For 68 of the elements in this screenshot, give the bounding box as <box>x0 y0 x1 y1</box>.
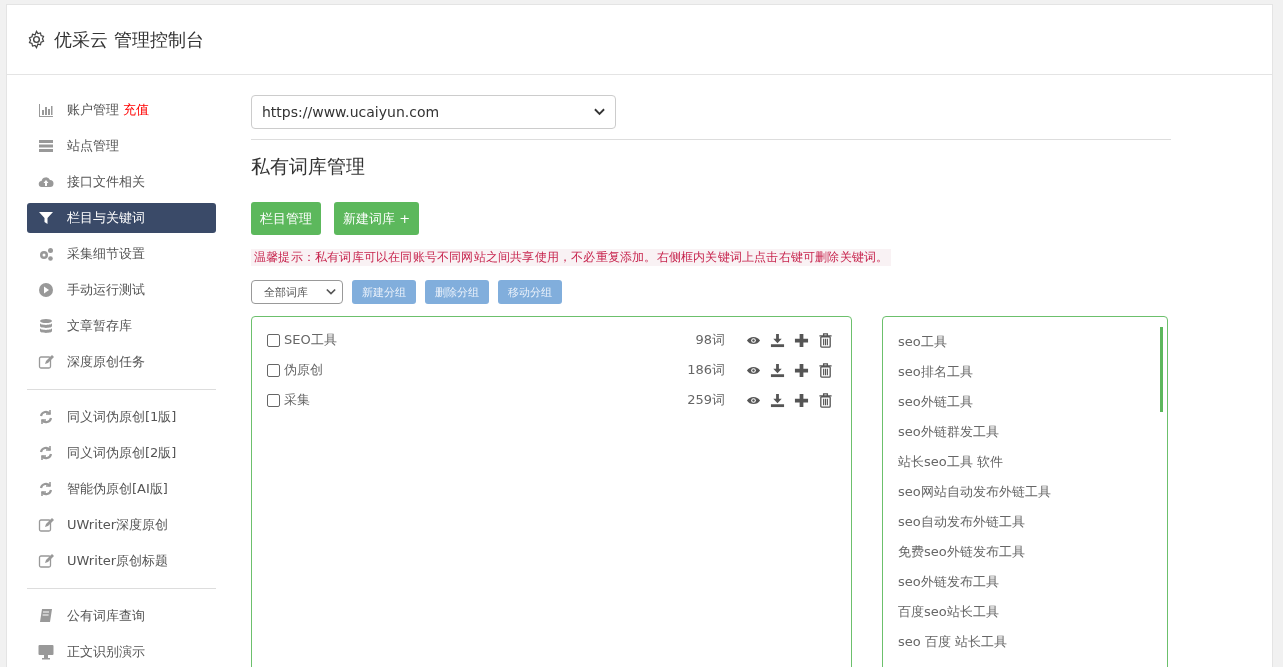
keyword-item[interactable]: seo排名工具 <box>898 359 1167 389</box>
keyword-item[interactable]: seo外链发布工具 <box>898 569 1167 599</box>
sidebar-item[interactable]: 接口文件相关 <box>27 167 216 197</box>
trash-icon[interactable] <box>818 332 833 348</box>
scrollbar[interactable] <box>1160 327 1163 412</box>
sidebar-item[interactable]: 公有词库查询 <box>27 601 216 631</box>
refresh-icon <box>38 445 54 461</box>
tip-text: 温馨提示：私有词库可以在同账号不同网站之间共享使用，不必重复添加。右侧框内关键词上点击右键可删除关键词。 <box>251 249 892 266</box>
checkbox[interactable] <box>267 393 280 407</box>
sidebar-item[interactable]: 栏目与关键词 <box>27 203 216 233</box>
word-count: 186词 <box>687 361 725 379</box>
keyword-item[interactable]: seo工具 <box>898 329 1167 359</box>
refresh-icon <box>38 409 54 425</box>
checkbox[interactable] <box>267 363 280 377</box>
download-icon[interactable] <box>770 392 785 408</box>
download-icon[interactable] <box>770 362 785 378</box>
database-icon <box>38 318 54 334</box>
sidebar-item[interactable]: UWriter原创标题 <box>27 546 216 576</box>
library-name[interactable]: SEO工具 <box>284 331 696 349</box>
checkbox[interactable] <box>267 333 280 347</box>
plus-icon[interactable] <box>794 362 809 378</box>
library-filter-select[interactable]: 全部词库 <box>251 280 343 304</box>
word-count: 98词 <box>695 331 725 349</box>
chevron-icon <box>594 108 605 116</box>
chart-icon <box>38 102 54 118</box>
download-icon[interactable] <box>770 332 785 348</box>
keyword-item[interactable]: seo外链工具 <box>898 389 1167 419</box>
sidebar-item[interactable]: UWriter深度原创 <box>27 510 216 540</box>
sidebar-item[interactable]: 采集细节设置 <box>27 239 216 269</box>
word-count: 259词 <box>687 391 725 409</box>
sidebar-item[interactable]: 文章暂存库 <box>27 311 216 341</box>
play-icon <box>38 282 54 298</box>
library-name[interactable]: 采集 <box>284 391 688 409</box>
sidebar-item[interactable]: 正文识别演示 <box>27 637 216 667</box>
plus-icon[interactable] <box>794 332 809 348</box>
refresh-icon <box>38 481 54 497</box>
sidebar-item[interactable]: 同义词伪原创[2版] <box>27 438 216 468</box>
cloud-icon <box>38 174 54 190</box>
monitor-icon <box>38 644 54 660</box>
filter-icon <box>38 210 54 226</box>
keyword-item[interactable]: seo 百度 站长工具 <box>898 629 1167 659</box>
sidebar-item[interactable]: 智能伪原创[AI版] <box>27 474 216 504</box>
sidebar-item[interactable]: 手动运行测试 <box>27 275 216 305</box>
keyword-item[interactable]: seo外链群发工具 <box>898 419 1167 449</box>
chevron-icon <box>326 288 336 296</box>
server-icon <box>38 138 54 154</box>
keyword-item[interactable]: 免费seo外链发布工具 <box>898 539 1167 569</box>
sidebar-item[interactable]: 深度原创任务 <box>27 347 216 377</box>
console-title: 优采云 管理控制台 <box>54 27 204 52</box>
library-name[interactable]: 伪原创 <box>284 361 688 379</box>
trash-icon[interactable] <box>818 362 833 378</box>
edit-icon <box>38 354 54 370</box>
plus-icon[interactable] <box>794 392 809 408</box>
edit-icon <box>38 517 54 533</box>
keyword-item[interactable]: 百度seo站长工具 <box>898 599 1167 629</box>
sidebar-item[interactable]: 站点管理 <box>27 131 216 161</box>
sidebar-item[interactable]: 同义词伪原创[1版] <box>27 402 216 432</box>
gears-icon <box>38 246 54 262</box>
keyword-item[interactable]: seo自动发布外链工具 <box>898 509 1167 539</box>
book-icon <box>38 608 54 624</box>
edit-icon <box>38 553 54 569</box>
site-select[interactable]: https://www.ucaiyun.com <box>251 95 616 129</box>
settings-icon <box>27 30 46 49</box>
section-title: 私有词库管理 <box>251 154 366 179</box>
keyword-item[interactable]: seo网站自动发布外链工具 <box>898 479 1167 509</box>
trash-icon[interactable] <box>818 392 833 408</box>
keyword-item[interactable]: 站长seo工具 软件 <box>898 449 1167 479</box>
sidebar-item[interactable]: 账户管理 充值 <box>27 95 216 125</box>
